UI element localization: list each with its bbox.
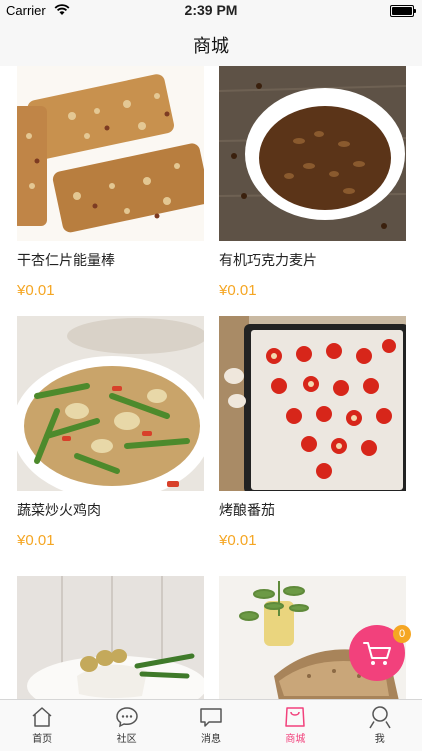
product-card[interactable] — [17, 576, 204, 699]
tab-shop[interactable]: 商城 — [253, 700, 337, 751]
product-card[interactable]: 干杏仁片能量棒 ¥0.01 — [17, 66, 204, 299]
shop-bag-icon — [285, 707, 306, 727]
tab-label: 社区 — [116, 734, 137, 745]
battery-icon — [390, 5, 416, 17]
product-image[interactable] — [17, 66, 204, 241]
tab-bar: 首页 社区 消息 商城 我 — [0, 699, 422, 751]
cart-count-badge: 0 — [393, 625, 411, 643]
tab-community[interactable]: 社区 — [84, 700, 168, 751]
product-image[interactable] — [17, 316, 204, 491]
tab-label: 消息 — [200, 734, 221, 745]
message-icon — [200, 708, 222, 727]
community-icon — [115, 707, 138, 728]
tab-me[interactable]: 我 — [338, 700, 422, 751]
product-image[interactable] — [219, 66, 406, 241]
tab-label: 我 — [374, 734, 385, 745]
page-title: 商城 — [193, 36, 229, 57]
product-card[interactable]: 烤酿番茄 ¥0.01 — [219, 316, 406, 549]
product-name: 烤酿番茄 — [219, 503, 275, 519]
product-price: ¥0.01 — [17, 282, 55, 299]
navigation-bar: 商城 — [0, 22, 422, 67]
product-name: 干杏仁片能量棒 — [17, 253, 115, 269]
tab-label: 首页 — [32, 734, 53, 745]
user-icon — [369, 706, 391, 729]
home-icon — [32, 707, 52, 727]
product-grid[interactable]: 干杏仁片能量棒 ¥0.01 有机巧克力麦片 ¥0.01 蔬菜炒火鸡肉 ¥0.01… — [0, 66, 422, 699]
product-price: ¥0.01 — [17, 532, 55, 549]
tab-messages[interactable]: 消息 — [169, 700, 253, 751]
product-price: ¥0.01 — [219, 282, 257, 299]
product-name: 有机巧克力麦片 — [219, 253, 317, 269]
product-image[interactable] — [219, 316, 406, 491]
product-price: ¥0.01 — [219, 532, 257, 549]
product-card[interactable]: 蔬菜炒火鸡肉 ¥0.01 — [17, 316, 204, 549]
tab-home[interactable]: 首页 — [0, 700, 84, 751]
product-name: 蔬菜炒火鸡肉 — [17, 503, 101, 519]
tab-label: 商城 — [285, 734, 306, 745]
product-card[interactable]: 有机巧克力麦片 ¥0.01 — [219, 66, 406, 299]
status-time: 2:39 PM — [184, 2, 238, 18]
status-bar: Carrier 2:39 PM — [0, 0, 422, 22]
product-image[interactable] — [17, 576, 204, 699]
